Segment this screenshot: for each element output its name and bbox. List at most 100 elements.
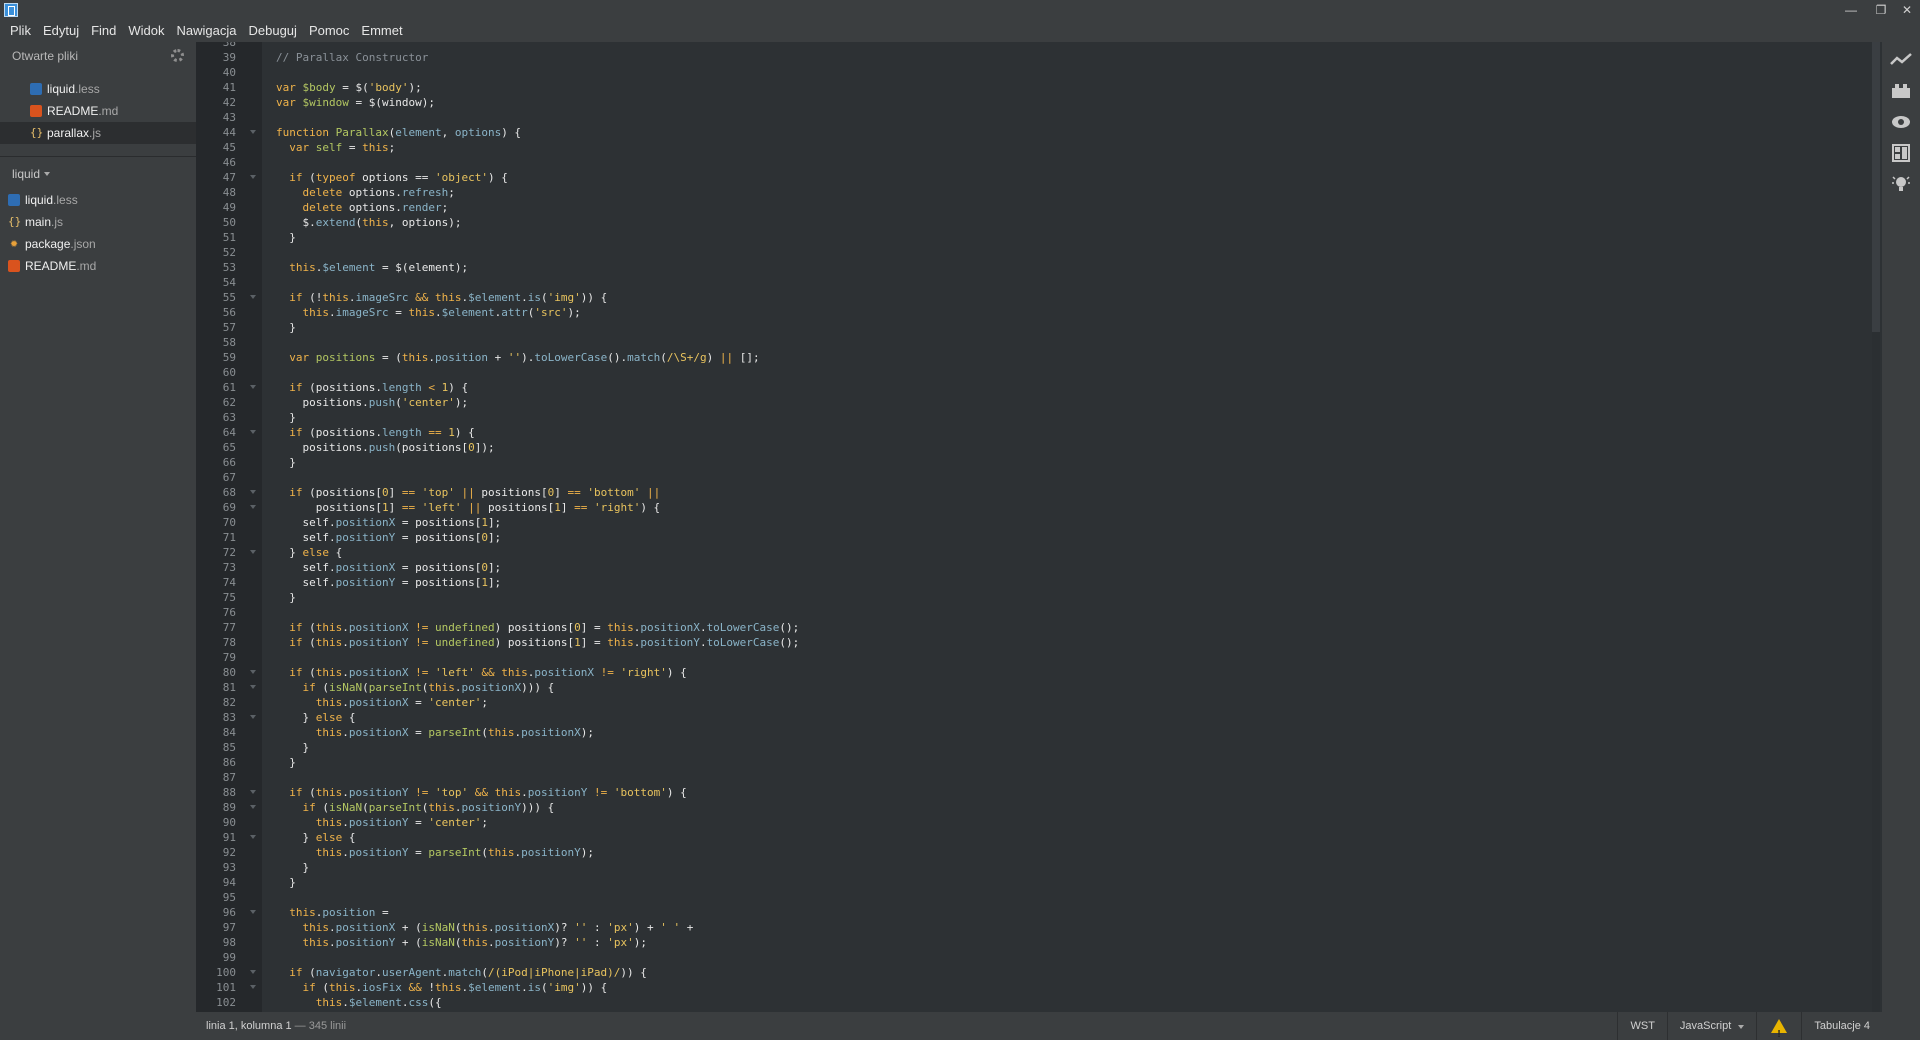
code-line[interactable]: 54 — [196, 275, 1882, 290]
close-button[interactable]: ✕ — [1896, 2, 1918, 18]
code-line[interactable]: 60 — [196, 365, 1882, 380]
open-file-parallax-js[interactable]: {} parallax .js — [0, 122, 204, 144]
fold-toggle-icon[interactable] — [250, 835, 256, 839]
code-line[interactable]: 81 if (isNaN(parseInt(this.positionX))) … — [196, 680, 1882, 695]
code-line[interactable]: 97 this.positionX + (isNaN(this.position… — [196, 920, 1882, 935]
menu-edit[interactable]: Edytuj — [37, 20, 85, 42]
fold-toggle-icon[interactable] — [250, 985, 256, 989]
code-line[interactable]: 49 delete options.render; — [196, 200, 1882, 215]
editor-scroll-thumb[interactable] — [1872, 42, 1880, 332]
code-line[interactable]: 42 var $window = $(window); — [196, 95, 1882, 110]
code-line[interactable]: 40 — [196, 65, 1882, 80]
code-line[interactable]: 47 if (typeof options == 'object') { — [196, 170, 1882, 185]
live-preview-icon[interactable] — [1890, 51, 1912, 69]
code-line[interactable]: 83 } else { — [196, 710, 1882, 725]
code-line[interactable]: 90 this.positionY = 'center'; — [196, 815, 1882, 830]
code-line[interactable]: 43 — [196, 110, 1882, 125]
fold-toggle-icon[interactable] — [250, 430, 256, 434]
code-line[interactable]: 44 function Parallax(element, options) { — [196, 125, 1882, 140]
fold-toggle-icon[interactable] — [250, 715, 256, 719]
tree-file-package-json[interactable]: ✹ package .json — [0, 233, 196, 255]
fold-toggle-icon[interactable] — [250, 970, 256, 974]
code-line[interactable]: 94 } — [196, 875, 1882, 890]
code-line[interactable]: 95 — [196, 890, 1882, 905]
code-line[interactable]: 91 } else { — [196, 830, 1882, 845]
fold-toggle-icon[interactable] — [250, 490, 256, 494]
code-line[interactable]: 87 — [196, 770, 1882, 785]
fold-toggle-icon[interactable] — [250, 385, 256, 389]
code-editor[interactable]: 38 39 // Parallax Constructor 40 41 var $body… — [196, 42, 1882, 1012]
code-line[interactable]: 75 } — [196, 590, 1882, 605]
menu-view[interactable]: Widok — [122, 20, 170, 42]
open-file-readme-md[interactable]: README .md — [0, 100, 196, 122]
code-line[interactable]: 89 if (isNaN(parseInt(this.positionY))) … — [196, 800, 1882, 815]
fold-toggle-icon[interactable] — [250, 790, 256, 794]
fold-toggle-icon[interactable] — [250, 130, 256, 134]
code-line[interactable]: 52 — [196, 245, 1882, 260]
menu-navigate[interactable]: Nawigacja — [171, 20, 243, 42]
code-line[interactable]: 100 if (navigator.userAgent.match(/(iPod… — [196, 965, 1882, 980]
tree-file-main-js[interactable]: {} main .js — [0, 211, 196, 233]
fold-toggle-icon[interactable] — [250, 670, 256, 674]
code-line[interactable]: 92 this.positionY = parseInt(this.positi… — [196, 845, 1882, 860]
code-line[interactable]: 68 if (positions[0] == 'top' || position… — [196, 485, 1882, 500]
code-line[interactable]: 88 if (this.positionY != 'top' && this.p… — [196, 785, 1882, 800]
code-line[interactable]: 101 if (this.iosFix && !this.$element.is… — [196, 980, 1882, 995]
fold-toggle-icon[interactable] — [250, 175, 256, 179]
code-line[interactable]: 102 this.$element.css({ — [196, 995, 1882, 1010]
code-line[interactable]: 84 this.positionX = parseInt(this.positi… — [196, 725, 1882, 740]
code-line[interactable]: 79 — [196, 650, 1882, 665]
insert-mode-toggle[interactable]: WST — [1617, 1012, 1666, 1040]
code-line[interactable]: 98 this.positionY + (isNaN(this.position… — [196, 935, 1882, 950]
code-line[interactable]: 93 } — [196, 860, 1882, 875]
code-line[interactable]: 86 } — [196, 755, 1882, 770]
code-line[interactable]: 71 self.positionY = positions[0]; — [196, 530, 1882, 545]
fold-toggle-icon[interactable] — [250, 550, 256, 554]
code-line[interactable]: 51 } — [196, 230, 1882, 245]
extension-manager-icon[interactable] — [1890, 82, 1912, 100]
code-line[interactable]: 78 if (this.positionY != undefined) posi… — [196, 635, 1882, 650]
language-selector[interactable]: JavaScript — [1666, 1012, 1756, 1040]
menu-find[interactable]: Find — [85, 20, 122, 42]
project-dropdown[interactable]: liquid — [0, 159, 196, 189]
code-line[interactable]: 62 positions.push('center'); — [196, 395, 1882, 410]
code-line[interactable]: 99 — [196, 950, 1882, 965]
code-line[interactable]: 59 var positions = (this.position + '').… — [196, 350, 1882, 365]
code-line[interactable]: 72 } else { — [196, 545, 1882, 560]
fold-toggle-icon[interactable] — [250, 805, 256, 809]
lightbulb-icon[interactable] — [1890, 175, 1912, 193]
code-line[interactable]: 67 — [196, 470, 1882, 485]
code-line[interactable]: 48 delete options.refresh; — [196, 185, 1882, 200]
tree-file-liquid-less[interactable]: liquid .less — [0, 189, 196, 211]
code-line[interactable]: 64 if (positions.length == 1) { — [196, 425, 1882, 440]
code-line[interactable]: 46 — [196, 155, 1882, 170]
menu-file[interactable]: Plik — [4, 20, 37, 42]
code-line[interactable]: 56 this.imageSrc = this.$element.attr('s… — [196, 305, 1882, 320]
code-line[interactable]: 66 } — [196, 455, 1882, 470]
code-line[interactable]: 61 if (positions.length < 1) { — [196, 380, 1882, 395]
open-file-liquid-less[interactable]: liquid .less — [0, 78, 196, 100]
code-line[interactable]: 41 var $body = $('body'); — [196, 80, 1882, 95]
fold-toggle-icon[interactable] — [250, 505, 256, 509]
code-line[interactable]: 50 $.extend(this, options); — [196, 215, 1882, 230]
gear-icon[interactable] — [171, 49, 184, 62]
code-line[interactable]: 57 } — [196, 320, 1882, 335]
fold-toggle-icon[interactable] — [250, 910, 256, 914]
code-line[interactable]: 96 this.position = — [196, 905, 1882, 920]
code-line[interactable]: 74 self.positionY = positions[1]; — [196, 575, 1882, 590]
code-line[interactable]: 80 if (this.positionX != 'left' && this.… — [196, 665, 1882, 680]
linter-warning[interactable] — [1756, 1012, 1801, 1040]
code-line[interactable]: 38 — [196, 42, 1882, 50]
menu-help[interactable]: Pomoc — [303, 20, 355, 42]
code-line[interactable]: 63 } — [196, 410, 1882, 425]
code-line[interactable]: 45 var self = this; — [196, 140, 1882, 155]
code-line[interactable]: 65 positions.push(positions[0]); — [196, 440, 1882, 455]
code-line[interactable]: 39 // Parallax Constructor — [196, 50, 1882, 65]
layout-icon[interactable] — [1890, 144, 1912, 162]
code-line[interactable]: 73 self.positionX = positions[0]; — [196, 560, 1882, 575]
code-line[interactable]: 76 — [196, 605, 1882, 620]
code-line[interactable]: 69 positions[1] == 'left' || positions[1… — [196, 500, 1882, 515]
code-line[interactable]: 55 if (!this.imageSrc && this.$element.i… — [196, 290, 1882, 305]
code-line[interactable]: 53 this.$element = $(element); — [196, 260, 1882, 275]
fold-toggle-icon[interactable] — [250, 685, 256, 689]
